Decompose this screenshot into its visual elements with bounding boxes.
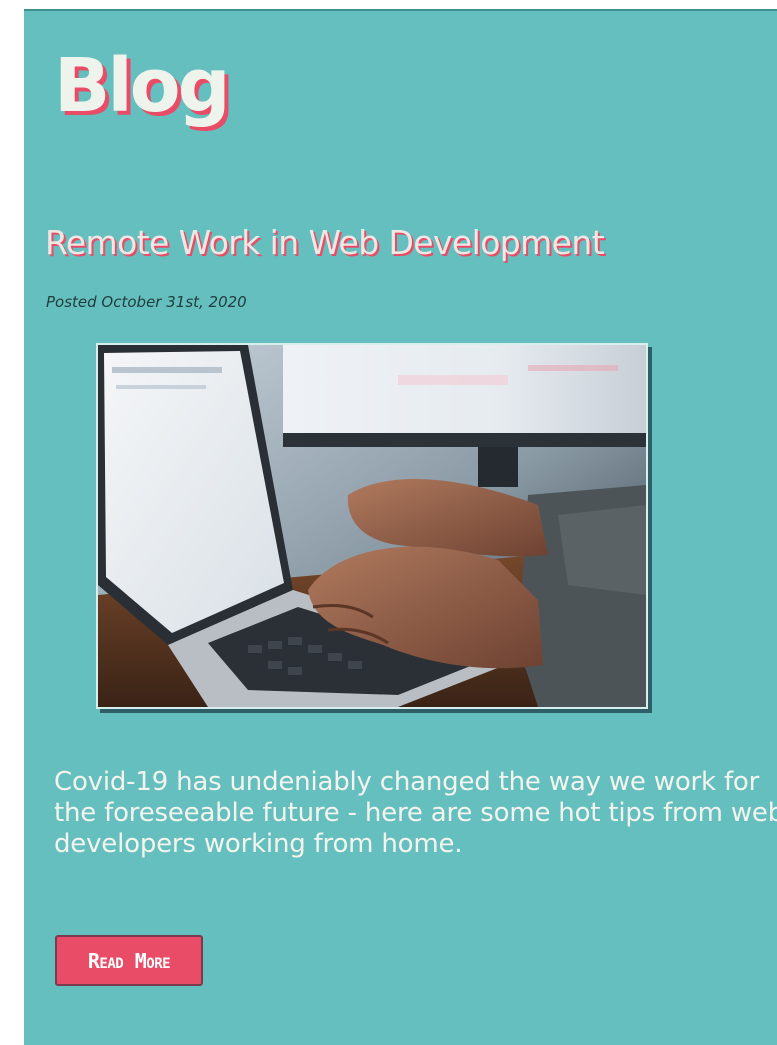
post-image[interactable] xyxy=(96,343,648,709)
page: Blog Remote Work in Web Development Post… xyxy=(0,0,777,1045)
laptop-typing-photo xyxy=(98,345,646,707)
section-title: Blog xyxy=(54,43,231,129)
read-more-button[interactable]: Read More xyxy=(55,935,203,986)
post-date: Posted October 31st, 2020 xyxy=(46,293,247,311)
post-excerpt: Covid-19 has undeniably changed the way … xyxy=(54,767,777,860)
post-title[interactable]: Remote Work in Web Development xyxy=(45,223,605,263)
blog-section: Blog Remote Work in Web Development Post… xyxy=(24,9,777,1045)
